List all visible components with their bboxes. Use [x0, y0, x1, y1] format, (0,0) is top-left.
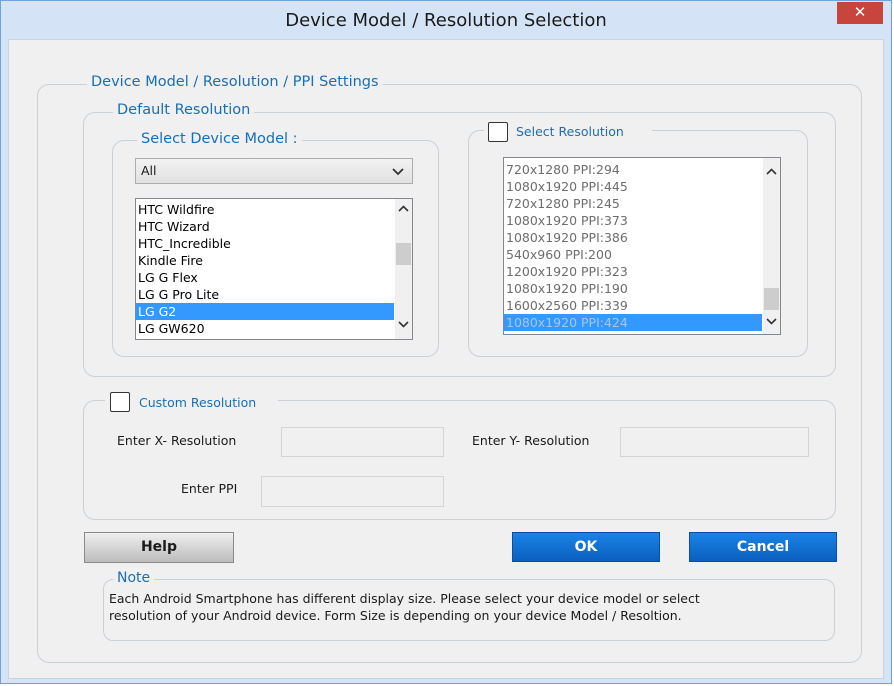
- resolution-list-item[interactable]: 720x1280 PPI:294: [504, 161, 762, 178]
- resolution-list-item-selected[interactable]: 1080x1920 PPI:424: [504, 314, 762, 331]
- scroll-up-icon[interactable]: [763, 164, 780, 181]
- help-button-label: Help: [140, 539, 178, 555]
- resolution-list-item[interactable]: 1200x1920 PPI:323: [504, 263, 762, 280]
- custom-resolution-group: [83, 400, 836, 520]
- ppi-input[interactable]: [261, 476, 444, 507]
- chevron-down-icon: [392, 168, 404, 176]
- resolution-list-item[interactable]: 540x960 PPI:200: [504, 246, 762, 263]
- scroll-down-icon[interactable]: [395, 317, 412, 334]
- note-text-line-2: resolution of your Android device. Form …: [109, 608, 682, 623]
- resolution-list-scrollbar[interactable]: [763, 158, 780, 334]
- device-list-item[interactable]: HTC_Incredible: [136, 235, 394, 252]
- device-list-scroll-thumb[interactable]: [396, 243, 411, 265]
- note-text-line-1: Each Android Smartphone has different di…: [109, 591, 700, 606]
- ok-button[interactable]: OK: [512, 532, 660, 562]
- device-list-item[interactable]: HTC Wildfire: [136, 201, 394, 218]
- title-bar[interactable]: Device Model / Resolution Selection ✕: [1, 1, 891, 39]
- close-icon: ✕: [853, 4, 867, 21]
- window-title: Device Model / Resolution Selection: [285, 10, 607, 31]
- select-resolution-label[interactable]: Select Resolution: [516, 124, 624, 139]
- device-list-item[interactable]: Kindle Fire: [136, 252, 394, 269]
- device-model-list[interactable]: HTC Wildfire HTC Wizard HTC_Incredible K…: [135, 198, 413, 340]
- device-model-title: Select Device Model :: [137, 131, 302, 147]
- resolution-list-item[interactable]: 1080x1920 PPI:190: [504, 280, 762, 297]
- ok-button-label: OK: [574, 539, 598, 555]
- device-list-item-selected[interactable]: LG G2: [136, 303, 394, 320]
- x-resolution-input[interactable]: [281, 427, 444, 457]
- scroll-up-icon[interactable]: [395, 201, 412, 218]
- device-list-item[interactable]: LG G Flex: [136, 269, 394, 286]
- close-button[interactable]: ✕: [837, 2, 883, 24]
- help-button[interactable]: Help: [84, 532, 234, 563]
- device-list-item[interactable]: LG G Pro Lite: [136, 286, 394, 303]
- y-resolution-label: Enter Y- Resolution: [472, 433, 590, 448]
- resolution-list-item[interactable]: 1080x1920 PPI:373: [504, 212, 762, 229]
- custom-resolution-checkbox[interactable]: [110, 392, 130, 412]
- device-list-scrollbar[interactable]: [395, 199, 412, 339]
- resolution-list[interactable]: 720x1280 PPI:294 1080x1920 PPI:445 720x1…: [503, 157, 781, 335]
- device-filter-value: All: [141, 163, 157, 178]
- default-resolution-title: Default Resolution: [113, 102, 255, 118]
- cancel-button[interactable]: Cancel: [689, 532, 837, 562]
- note-title: Note: [113, 570, 155, 586]
- cancel-button-label: Cancel: [736, 539, 790, 555]
- resolution-list-scroll-thumb[interactable]: [764, 288, 779, 310]
- device-list-item[interactable]: LG GW620: [136, 320, 394, 337]
- y-resolution-input[interactable]: [620, 427, 809, 457]
- resolution-list-item[interactable]: 1600x2560 PPI:339: [504, 297, 762, 314]
- x-resolution-label: Enter X- Resolution: [117, 433, 237, 448]
- settings-group-title: Device Model / Resolution / PPI Settings: [87, 74, 383, 90]
- resolution-list-item[interactable]: 720x1280 PPI:245: [504, 195, 762, 212]
- dialog-window: Device Model / Resolution Selection ✕ De…: [0, 0, 892, 684]
- custom-resolution-label[interactable]: Custom Resolution: [139, 395, 256, 410]
- dialog-client-area: Device Model / Resolution / PPI Settings…: [8, 39, 884, 679]
- resolution-list-item[interactable]: 1080x1920 PPI:445: [504, 178, 762, 195]
- ppi-label: Enter PPI: [181, 481, 238, 496]
- device-filter-select[interactable]: All: [135, 158, 413, 184]
- select-resolution-checkbox[interactable]: [488, 122, 508, 142]
- device-list-item[interactable]: HTC Wizard: [136, 218, 394, 235]
- scroll-down-icon[interactable]: [763, 314, 780, 331]
- resolution-list-item[interactable]: 1080x1920 PPI:386: [504, 229, 762, 246]
